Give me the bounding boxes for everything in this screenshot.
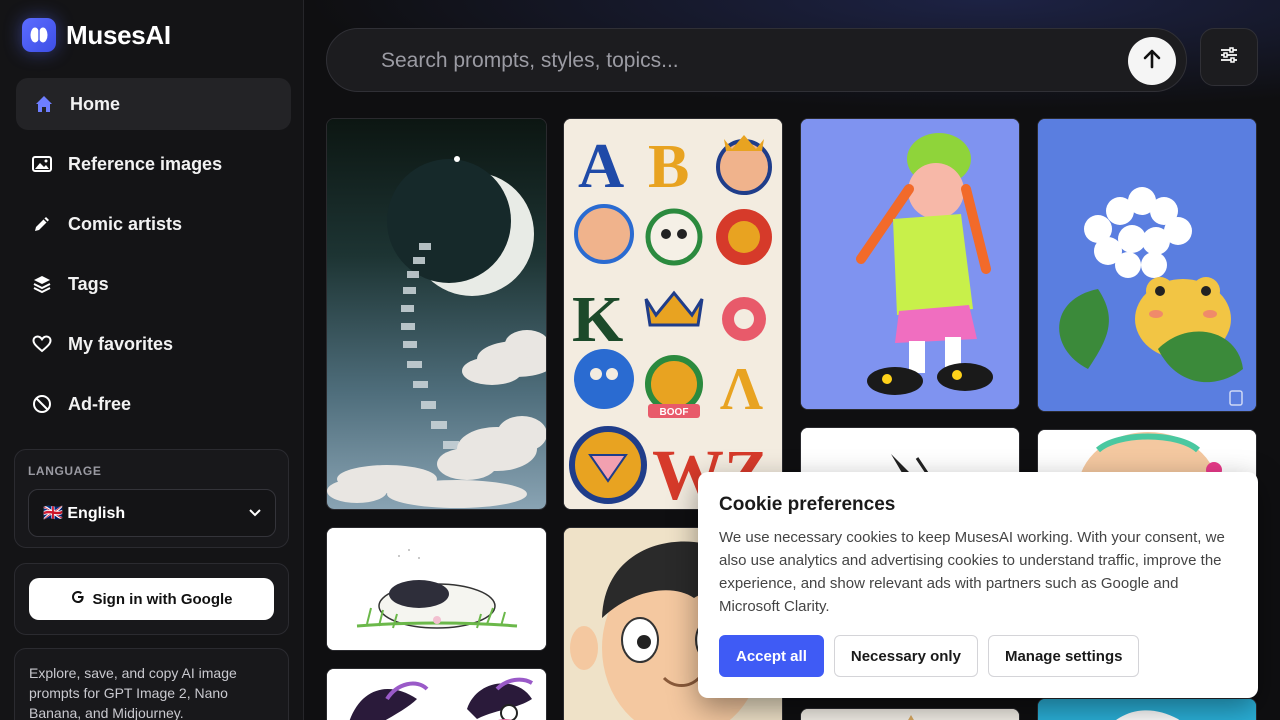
sliders-icon xyxy=(1220,46,1238,68)
cookie-actions: Accept all Necessary only Manage setting… xyxy=(719,635,1140,677)
search-bar xyxy=(326,28,1187,92)
cookie-body: We use necessary cookies to keep MusesAI… xyxy=(719,529,1225,615)
signin-panel: Sign in with Google xyxy=(14,563,289,635)
sidebar: MusesAI Home Reference images Comic arti… xyxy=(0,0,304,720)
nav-label: Reference images xyxy=(68,153,223,174)
gallery-card-blue-peek[interactable] xyxy=(1037,698,1257,720)
nav-item-my-favorites[interactable]: My favorites xyxy=(16,318,291,370)
cookie-banner: Cookie preferences We use necessary cook… xyxy=(698,472,1258,698)
brand-name: MusesAI xyxy=(66,19,171,50)
nav-label: Home xyxy=(70,93,121,114)
image-icon xyxy=(32,154,52,174)
arrow-up-icon xyxy=(1143,49,1161,74)
brand-logo-icon xyxy=(22,18,56,52)
nav-label: Ad-free xyxy=(68,393,132,414)
blue-peek-image xyxy=(1038,699,1256,720)
girl-beanie-image xyxy=(801,119,1019,409)
gallery-card-girl-beanie[interactable] xyxy=(800,118,1020,410)
search-submit-button[interactable] xyxy=(1128,37,1176,85)
nav-item-tags[interactable]: Tags xyxy=(16,258,291,310)
search-input[interactable] xyxy=(381,47,1101,75)
ban-icon xyxy=(32,394,52,414)
tattoo-letter: Λ xyxy=(720,356,763,422)
brand[interactable]: MusesAI xyxy=(22,18,171,52)
language-selected: 🇬🇧 English xyxy=(43,505,126,522)
about-text: Explore, save, and copy AI image prompts… xyxy=(29,665,237,720)
tattoo-flash-image: A B K BOOF Λ W Z xyxy=(564,119,782,509)
tattoo-letter: B xyxy=(648,133,689,201)
manage-settings-button[interactable]: Manage settings xyxy=(987,635,1140,677)
nav-item-home[interactable]: Home xyxy=(16,78,291,130)
tattoo-letter: A xyxy=(578,130,624,201)
google-icon xyxy=(71,590,85,608)
language-select[interactable]: 🇬🇧 English xyxy=(28,489,276,537)
home-icon xyxy=(34,94,54,114)
filter-button[interactable] xyxy=(1200,28,1258,86)
frog-hydrangea-image xyxy=(1038,119,1256,411)
nav-item-reference-images[interactable]: Reference images xyxy=(16,138,291,190)
google-signin-button[interactable]: Sign in with Google xyxy=(29,578,274,620)
language-panel: LANGUAGE 🇬🇧 English xyxy=(14,449,289,548)
nav-label: My favorites xyxy=(68,333,174,354)
accept-all-button[interactable]: Accept all xyxy=(719,635,824,677)
nav-label: Tags xyxy=(68,273,109,294)
gallery-card-frog-hydrangea[interactable] xyxy=(1037,118,1257,412)
gallery-card-purple-characters[interactable] xyxy=(326,668,547,720)
nav-item-ad-free[interactable]: Ad-free xyxy=(16,378,291,430)
sleeping-cat-image xyxy=(327,528,546,650)
gallery-card-sleeping-cat[interactable] xyxy=(326,527,547,651)
pencil-icon xyxy=(32,214,52,234)
purple-characters-image xyxy=(327,669,546,720)
tattoo-banner-text: BOOF xyxy=(660,407,689,418)
about-panel: Explore, save, and copy AI image prompts… xyxy=(14,648,289,720)
main-nav: Home Reference images Comic artists Tags… xyxy=(16,78,291,438)
heart-icon xyxy=(32,334,52,354)
signin-label: Sign in with Google xyxy=(92,590,233,608)
layers-icon xyxy=(32,274,52,294)
nav-label: Comic artists xyxy=(68,213,183,234)
gallery-card-bottom-peek[interactable] xyxy=(800,708,1020,720)
necessary-only-button[interactable]: Necessary only xyxy=(833,635,978,677)
gallery-card-moon-staircase[interactable] xyxy=(326,118,547,510)
chevron-down-icon xyxy=(249,504,261,522)
language-label: LANGUAGE xyxy=(28,464,102,478)
gallery-card-tattoo-flash[interactable]: A B K BOOF Λ W Z xyxy=(563,118,783,510)
cookie-title: Cookie preferences xyxy=(719,494,896,515)
nav-item-comic-artists[interactable]: Comic artists xyxy=(16,198,291,250)
bottom-peek-image xyxy=(801,709,1019,720)
moon-staircase-image xyxy=(327,119,546,509)
tattoo-letter: K xyxy=(572,283,623,356)
